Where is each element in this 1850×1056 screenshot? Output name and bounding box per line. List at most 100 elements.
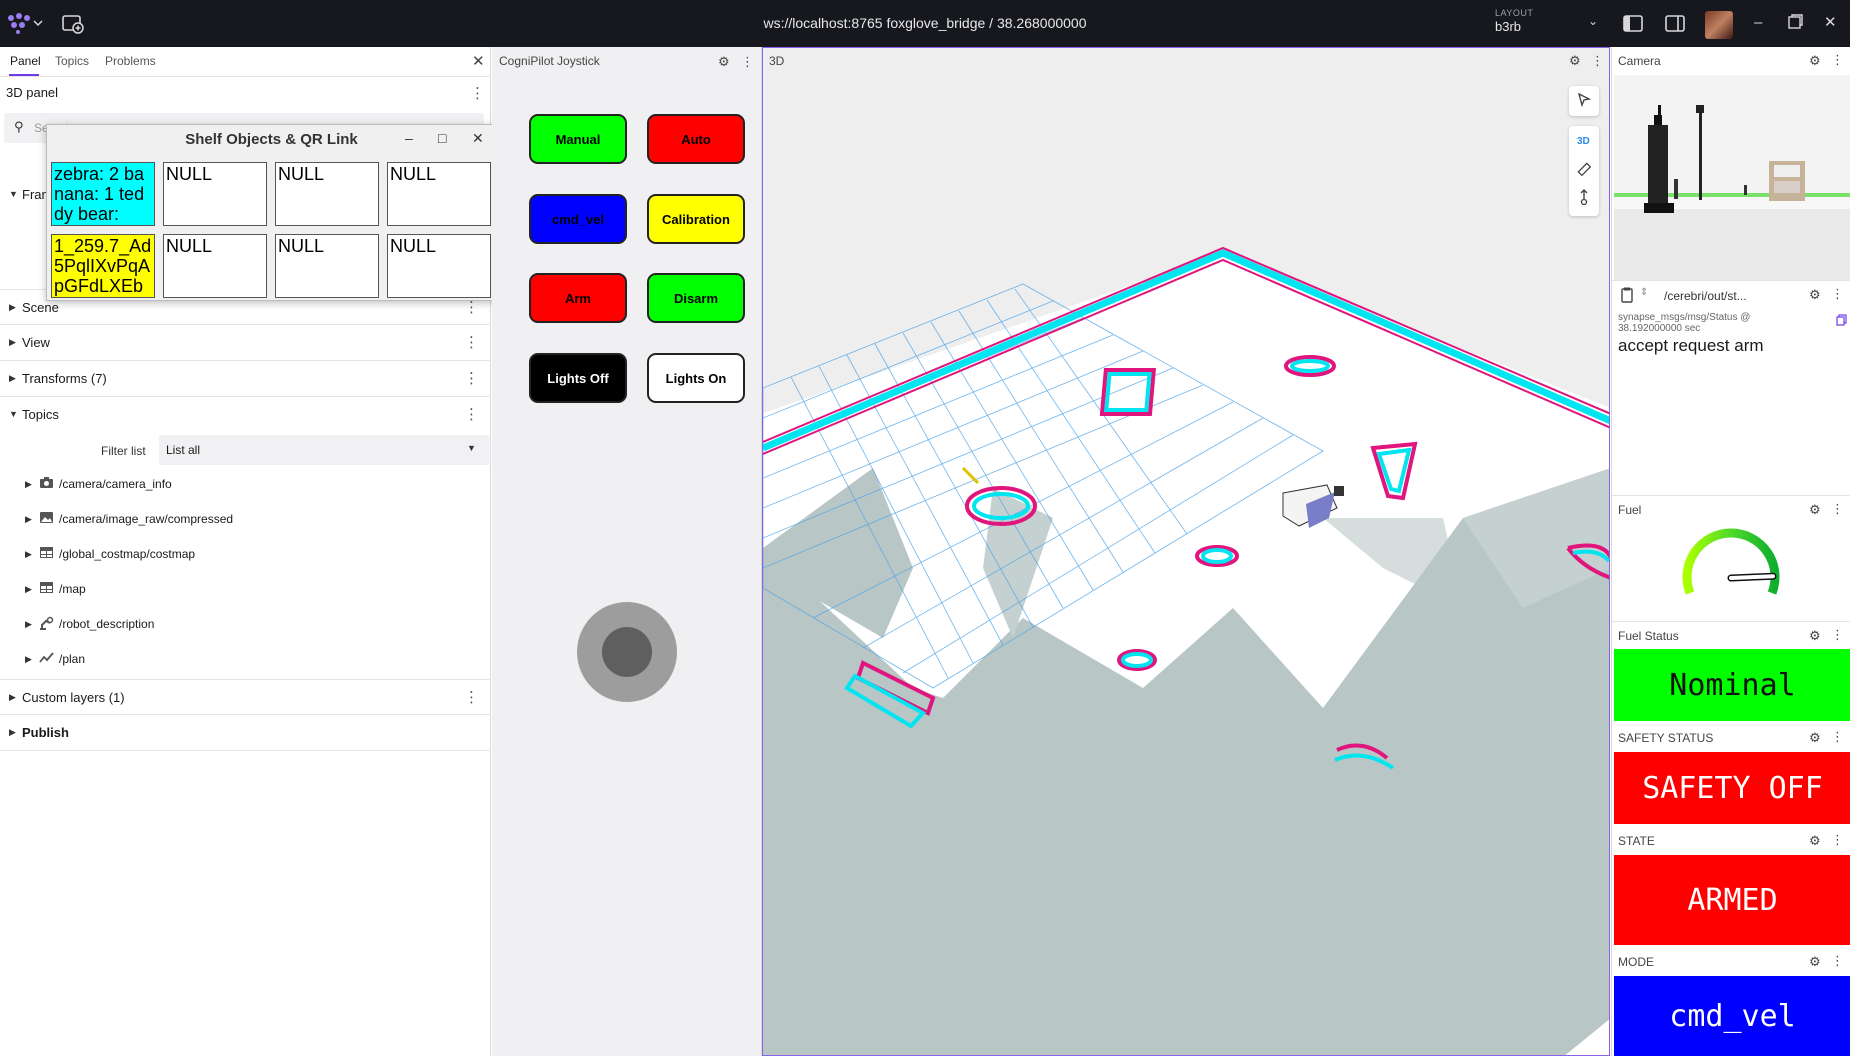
maximize-icon[interactable] (1788, 14, 1803, 33)
gear-icon[interactable]: ⚙ (1809, 502, 1821, 518)
caret-right-icon[interactable]: ▶ (25, 584, 32, 595)
calibration-button[interactable]: Calibration (647, 194, 745, 244)
shelf-cell: 1_259.7_Ad5PqlIXvPqApGFdLXEbo (51, 234, 155, 298)
joystick-knob[interactable] (602, 627, 652, 677)
lights-on-button[interactable]: Lights On (647, 353, 745, 403)
tab-topics[interactable]: Topics (55, 54, 89, 68)
raw-message-panel: ⇕ /cerebri/out/st... ⚙ ⋮ synapse_msgs/ms… (1612, 280, 1850, 420)
topic-row[interactable]: ▶ /robot_description (0, 607, 491, 642)
mode-header: MODE ⚙ ⋮ (1612, 948, 1850, 976)
section-transforms[interactable]: ▶ Transforms (7) ⋮ (0, 361, 491, 397)
camera-image (1614, 75, 1850, 280)
filter-select[interactable]: List all ▼ (159, 435, 489, 465)
cursor-icon (1577, 92, 1592, 112)
panel-menu-icon[interactable]: ⋮ (1831, 627, 1844, 643)
left-sidebar-toggle-icon[interactable] (1623, 15, 1643, 36)
sort-icon[interactable]: ⇕ (1640, 287, 1648, 298)
tab-problems[interactable]: Problems (105, 54, 156, 68)
cmd-vel-button[interactable]: cmd_vel (529, 194, 627, 244)
panel-menu-icon[interactable]: ⋮ (741, 54, 754, 70)
panel-menu-icon[interactable]: ⋮ (1831, 52, 1844, 68)
panel-menu-icon[interactable]: ⋮ (1831, 729, 1844, 745)
caret-right-icon[interactable]: ▶ (25, 619, 32, 630)
panel-menu-icon[interactable]: ⋮ (1591, 53, 1604, 69)
3d-mode-toggle[interactable]: 3D (1577, 136, 1590, 147)
section-menu-icon[interactable]: ⋮ (464, 369, 479, 387)
gear-icon[interactable]: ⚙ (718, 54, 730, 70)
topic-row[interactable]: ▶ /global_costmap/costmap (0, 537, 491, 572)
section-menu-icon[interactable]: ⋮ (464, 405, 479, 423)
state-indicator: ARMED (1614, 855, 1850, 945)
disarm-button[interactable]: Disarm (647, 273, 745, 323)
camera-panel-header: Camera ⚙ ⋮ (1612, 47, 1850, 75)
section-publish-title: Publish (22, 725, 69, 740)
publish-point-icon[interactable] (1577, 189, 1591, 210)
minimize-icon[interactable]: – (405, 130, 413, 146)
topic-row[interactable]: ▶ /plan (0, 642, 491, 677)
gear-icon[interactable]: ⚙ (1809, 730, 1821, 746)
topic-name: /camera/image_raw/compressed (59, 512, 234, 526)
close-icon[interactable]: ✕ (472, 130, 484, 147)
panel-menu-icon[interactable]: ⋮ (1831, 501, 1844, 517)
grid-icon (39, 581, 55, 595)
shelf-cell: NULL (387, 234, 491, 298)
section-view[interactable]: ▶ View ⋮ (0, 325, 491, 361)
ruler-icon[interactable] (1577, 162, 1592, 181)
auto-button[interactable]: Auto (647, 114, 745, 164)
path-icon (39, 651, 55, 665)
gear-icon[interactable]: ⚙ (1809, 954, 1821, 970)
right-column: Camera ⚙ ⋮ ⇕ /cerebri/out/st... ⚙ ⋮ syna… (1611, 47, 1850, 1056)
shelf-objects-window[interactable]: Shelf Objects & QR Link – □ ✕ zebra: 2 b… (46, 124, 495, 301)
caret-right-icon: ▶ (9, 373, 16, 383)
3d-scene[interactable]: · (763, 48, 1610, 1056)
user-avatar[interactable] (1705, 11, 1733, 39)
clipboard-icon[interactable] (1620, 287, 1634, 308)
maximize-icon[interactable]: □ (438, 130, 446, 146)
section-menu-icon[interactable]: ⋮ (464, 333, 479, 351)
caret-right-icon[interactable]: ▶ (25, 514, 32, 525)
safety-status-title: SAFETY STATUS (1618, 731, 1714, 745)
chevron-down-icon[interactable]: ⌄ (1588, 14, 1598, 28)
manual-button[interactable]: Manual (529, 114, 627, 164)
3d-panel-title: 3D (769, 54, 785, 68)
tab-panel[interactable]: Panel (10, 54, 41, 68)
section-custom-layers[interactable]: ▶ Custom layers (1) ⋮ (0, 679, 491, 715)
gear-icon[interactable]: ⚙ (1809, 53, 1821, 69)
close-window-icon[interactable]: ✕ (1824, 13, 1837, 31)
panel-menu-icon[interactable]: ⋮ (1831, 832, 1844, 848)
caret-right-icon[interactable]: ▶ (25, 479, 32, 490)
message-meta: synapse_msgs/msg/Status @ 38.192000000 s… (1618, 312, 1750, 334)
gear-icon[interactable]: ⚙ (1809, 833, 1821, 849)
state-header: STATE ⚙ ⋮ (1612, 827, 1850, 855)
minimize-icon[interactable]: – (1754, 14, 1762, 31)
panel-title: 3D panel (6, 85, 59, 100)
topic-row[interactable]: ▶ /camera/camera_info (0, 467, 491, 502)
lights-off-button[interactable]: Lights Off (529, 353, 627, 403)
panel-menu-icon[interactable]: ⋮ (470, 84, 485, 102)
topic-path-input[interactable]: /cerebri/out/st... (1664, 289, 1747, 303)
active-tab-indicator (9, 74, 39, 76)
shelf-cell: NULL (275, 234, 379, 298)
caret-right-icon[interactable]: ▶ (25, 654, 32, 665)
topic-row[interactable]: ▶ /map (0, 572, 491, 607)
gear-icon[interactable]: ⚙ (1809, 287, 1821, 303)
gear-icon[interactable]: ⚙ (1809, 628, 1821, 644)
close-sidebar-icon[interactable]: ✕ (472, 52, 485, 70)
section-topics[interactable]: ▼ Topics ⋮ (0, 397, 491, 433)
section-menu-icon[interactable]: ⋮ (464, 688, 479, 706)
arm-button[interactable]: Arm (529, 273, 627, 323)
select-tool[interactable] (1569, 86, 1599, 116)
state-title: STATE (1618, 834, 1655, 848)
section-publish[interactable]: ▶ Publish (0, 715, 491, 751)
joystick-base[interactable] (577, 602, 677, 702)
fuel-status-indicator: Nominal (1614, 649, 1850, 721)
view-tools[interactable]: 3D (1569, 126, 1599, 216)
panel-menu-icon[interactable]: ⋮ (1831, 953, 1844, 969)
topic-row[interactable]: ▶ /camera/image_raw/compressed (0, 502, 491, 537)
copy-icon[interactable] (1836, 313, 1847, 331)
3d-panel[interactable]: · 3D ⚙ ⋮ (762, 47, 1610, 1056)
panel-menu-icon[interactable]: ⋮ (1831, 286, 1844, 302)
gear-icon[interactable]: ⚙ (1569, 53, 1581, 69)
caret-right-icon[interactable]: ▶ (25, 549, 32, 560)
right-sidebar-toggle-icon[interactable] (1665, 15, 1685, 36)
